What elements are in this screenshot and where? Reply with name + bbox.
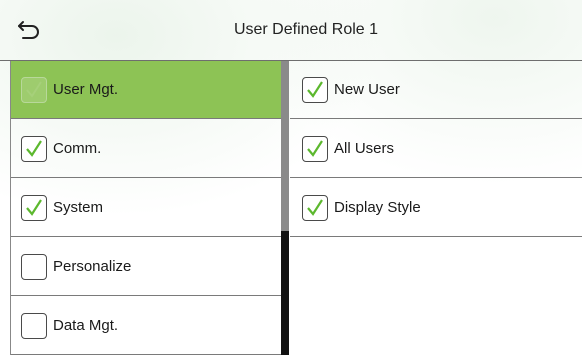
permission-label: Display Style bbox=[334, 199, 421, 216]
checkbox[interactable] bbox=[302, 135, 328, 162]
permission-item-display-style[interactable]: Display Style bbox=[290, 179, 582, 237]
category-item-data-mgt[interactable]: Data Mgt. bbox=[11, 297, 281, 355]
checkbox[interactable] bbox=[21, 194, 47, 221]
checkmark-icon bbox=[307, 139, 323, 157]
category-item-comm[interactable]: Comm. bbox=[11, 120, 281, 178]
permission-list: New User All Users Display Style bbox=[290, 61, 582, 355]
category-label: Data Mgt. bbox=[53, 317, 119, 334]
category-label: Personalize bbox=[53, 258, 132, 275]
category-item-system[interactable]: System bbox=[11, 179, 281, 237]
checkmark-icon bbox=[307, 198, 323, 216]
checkbox[interactable] bbox=[21, 135, 47, 162]
category-list: User Mgt. Comm. System Personalize Data … bbox=[10, 61, 285, 355]
checkmark-icon bbox=[26, 80, 42, 98]
permission-label: New User bbox=[334, 81, 400, 98]
checkbox[interactable] bbox=[21, 76, 47, 103]
checkmark-icon bbox=[26, 198, 42, 216]
header: User Defined Role 1 bbox=[0, 0, 582, 61]
category-label: User Mgt. bbox=[53, 81, 119, 98]
checkmark-icon bbox=[307, 80, 323, 98]
category-label: System bbox=[53, 199, 104, 216]
page-title: User Defined Role 1 bbox=[233, 21, 379, 38]
checkbox[interactable] bbox=[302, 76, 328, 103]
permission-item-all-users[interactable]: All Users bbox=[290, 120, 582, 178]
checkmark-icon bbox=[26, 139, 42, 157]
checkbox[interactable] bbox=[302, 194, 328, 221]
checkbox[interactable] bbox=[21, 312, 47, 339]
scrollbar-thumb[interactable] bbox=[281, 61, 289, 231]
permission-item-new-user[interactable]: New User bbox=[290, 61, 582, 119]
checkbox[interactable] bbox=[21, 253, 47, 280]
category-item-personalize[interactable]: Personalize bbox=[11, 238, 281, 296]
role-settings-screen: User Defined Role 1 User Mgt. Comm. Syst… bbox=[0, 0, 582, 355]
category-label: Comm. bbox=[53, 140, 102, 157]
permission-label: All Users bbox=[334, 140, 395, 157]
scrollbar[interactable] bbox=[281, 61, 289, 355]
category-item-user-mgt[interactable]: User Mgt. bbox=[11, 61, 281, 119]
